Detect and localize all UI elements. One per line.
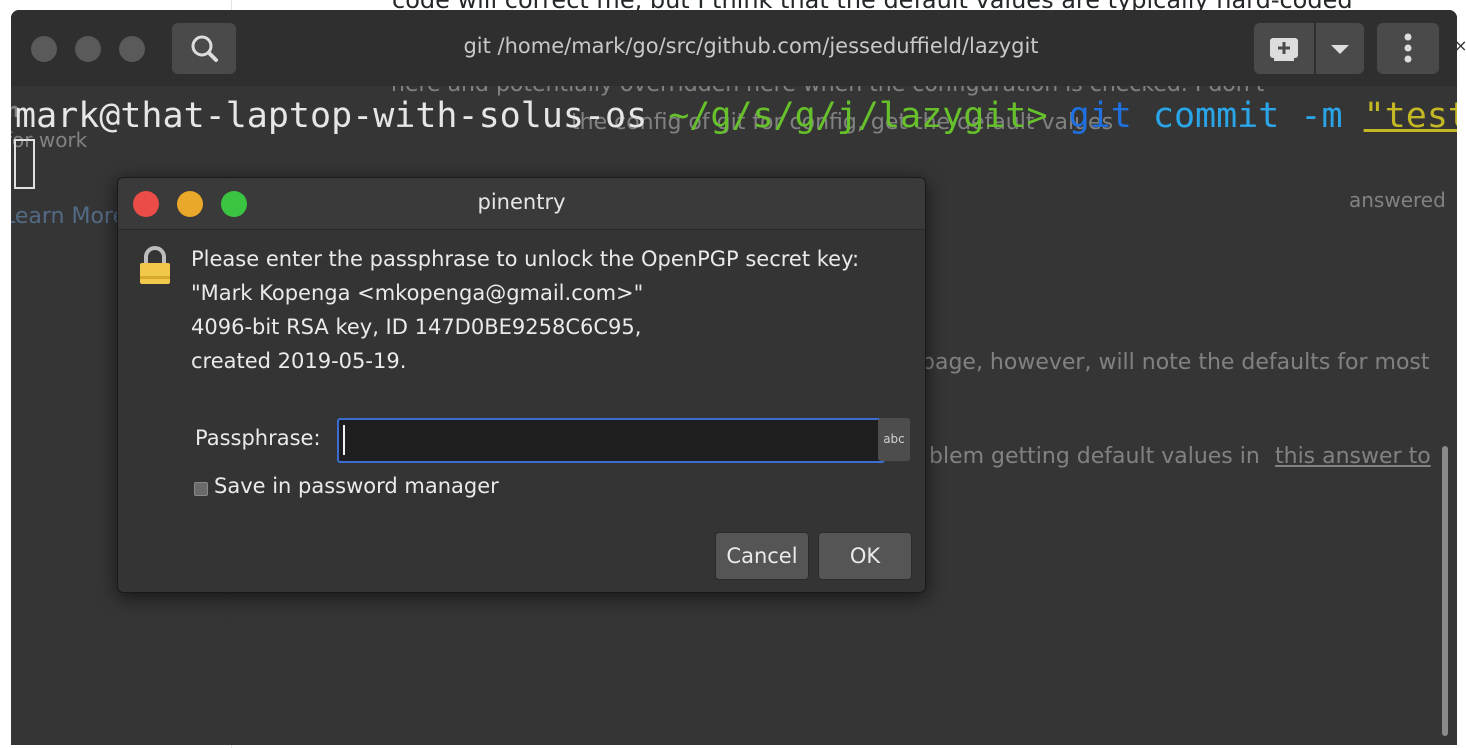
window-maximize-button[interactable]: [119, 36, 145, 62]
ghost-text: page, however, will note the defaults fo…: [921, 350, 1430, 375]
new-tab-icon: [1270, 38, 1298, 61]
new-tab-button[interactable]: [1254, 23, 1314, 74]
window-minimize-button[interactable]: [75, 36, 101, 62]
search-icon: [191, 35, 218, 62]
command-string-arg: "test": [1363, 96, 1457, 136]
message-line: created 2019-05-19.: [191, 349, 407, 373]
menu-button[interactable]: [1377, 23, 1439, 74]
passphrase-input[interactable]: [337, 418, 885, 463]
lock-icon: [140, 246, 170, 284]
prompt-user: mark@that-laptop-with-solus-os: [15, 96, 648, 136]
ghost-text: answered: [1349, 188, 1446, 212]
kebab-menu-icon: [1404, 33, 1412, 63]
command-args: commit -m: [1131, 96, 1364, 136]
window-title: git /home/mark/go/src/github.com/jessedu…: [463, 34, 1039, 58]
save-password-label[interactable]: Save in password manager: [214, 474, 499, 498]
window-close-button[interactable]: [31, 36, 57, 62]
message-line: "Mark Kopenga <mkopenga@gmail.com>": [191, 281, 644, 305]
text-caret: [343, 425, 345, 455]
dialog-title: pinentry: [477, 190, 566, 214]
ok-button[interactable]: OK: [818, 532, 912, 580]
ghost-link: this answer to: [1275, 444, 1431, 469]
shell-prompt-line: mark@that-laptop-with-solus-os ~/g/s/g/j…: [15, 94, 1457, 138]
show-passphrase-toggle[interactable]: abc: [878, 418, 910, 461]
dialog-titlebar[interactable]: pinentry: [118, 178, 925, 230]
terminal-scrollbar[interactable]: [1442, 446, 1448, 736]
terminal-headerbar: git /home/mark/go/src/github.com/jessedu…: [11, 10, 1457, 86]
save-password-checkbox[interactable]: [194, 482, 208, 496]
passphrase-label: Passphrase:: [195, 426, 321, 450]
tab-dropdown-button[interactable]: [1316, 23, 1364, 74]
message-line: Please enter the passphrase to unlock th…: [191, 247, 860, 271]
search-button[interactable]: [172, 23, 236, 74]
message-line: 4096-bit RSA key, ID 147D0BE9258C6C95,: [191, 315, 642, 339]
ghost-text: blem getting default values in: [929, 444, 1260, 469]
ghost-link: Learn More: [11, 204, 127, 229]
pinentry-dialog: pinentry Please enter the passphrase to …: [117, 177, 926, 593]
prompt-path: ~/g/s/g/j/lazygit>: [647, 96, 1069, 136]
dialog-message: Please enter the passphrase to unlock th…: [191, 242, 925, 378]
command-name: git: [1068, 96, 1132, 136]
cancel-button[interactable]: Cancel: [715, 532, 809, 580]
chevron-down-icon: [1331, 45, 1349, 54]
terminal-cursor: [14, 139, 35, 189]
